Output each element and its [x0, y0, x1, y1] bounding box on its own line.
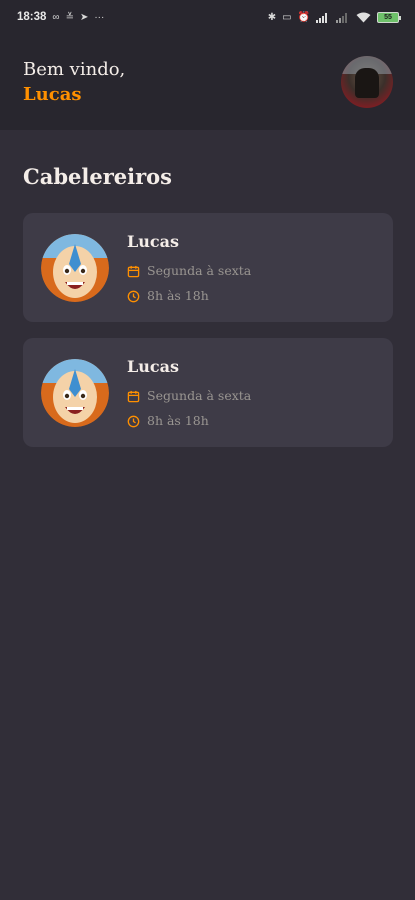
more-notifications: ···: [94, 11, 105, 23]
status-bar: 18:38 ∞ ≚ ➤ ··· ✱ ▭ ⏰ 55: [0, 0, 415, 34]
provider-days: Segunda à sexta: [147, 263, 252, 278]
link-icon: ∞: [52, 11, 60, 23]
battery-icon: 55: [377, 11, 401, 23]
provider-days-row: Segunda à sexta: [127, 263, 251, 279]
avatar-photo-figure: [355, 68, 379, 98]
provider-card[interactable]: Lucas Segunda à sexta 8h às 18h: [23, 213, 393, 322]
provider-card[interactable]: Lucas Segunda à sexta 8h às 18h: [23, 338, 393, 447]
provider-name: Lucas: [127, 357, 179, 376]
provider-hours-row: 8h às 18h: [127, 413, 251, 429]
provider-avatar: [41, 233, 109, 302]
wifi-icon: [356, 12, 371, 22]
status-time: 18:38: [17, 11, 47, 23]
cell-signal-2-icon: [336, 12, 347, 23]
provider-info: Lucas Segunda à sexta 8h às 18h: [127, 231, 251, 304]
greeting-text: Bem vindo,: [23, 59, 126, 80]
provider-info: Lucas Segunda à sexta 8h às 18h: [127, 356, 251, 429]
provider-avatar: [41, 358, 109, 427]
alarm-icon: ⏰: [297, 11, 310, 23]
vibrate-icon: ▭: [282, 11, 292, 23]
provider-hours-row: 8h às 18h: [127, 288, 251, 304]
bluetooth-icon: ✱: [267, 11, 277, 23]
app-header: Bem vindo, Lucas: [0, 34, 415, 130]
navigation-icon: ➤: [79, 11, 89, 23]
provider-days: Segunda à sexta: [147, 388, 252, 403]
user-name[interactable]: Lucas: [23, 82, 125, 107]
greeting-block: Bem vindo, Lucas: [23, 57, 125, 107]
calendar-icon: [127, 265, 140, 277]
clock-icon: [127, 415, 140, 427]
provider-hours: 8h às 18h: [147, 413, 209, 428]
cell-signal-icon: [316, 12, 327, 23]
provider-days-row: Segunda à sexta: [127, 388, 251, 404]
provider-name: Lucas: [127, 232, 179, 251]
calendar-icon: [127, 390, 140, 402]
providers-list: Lucas Segunda à sexta 8h às 18h Lucas Se…: [23, 213, 393, 447]
clock-icon: [127, 290, 140, 302]
section-title: Cabelereiros: [23, 164, 172, 189]
provider-hours: 8h às 18h: [147, 288, 209, 303]
signal-alt-icon: ≚: [65, 11, 74, 23]
profile-avatar-button[interactable]: [341, 56, 393, 108]
